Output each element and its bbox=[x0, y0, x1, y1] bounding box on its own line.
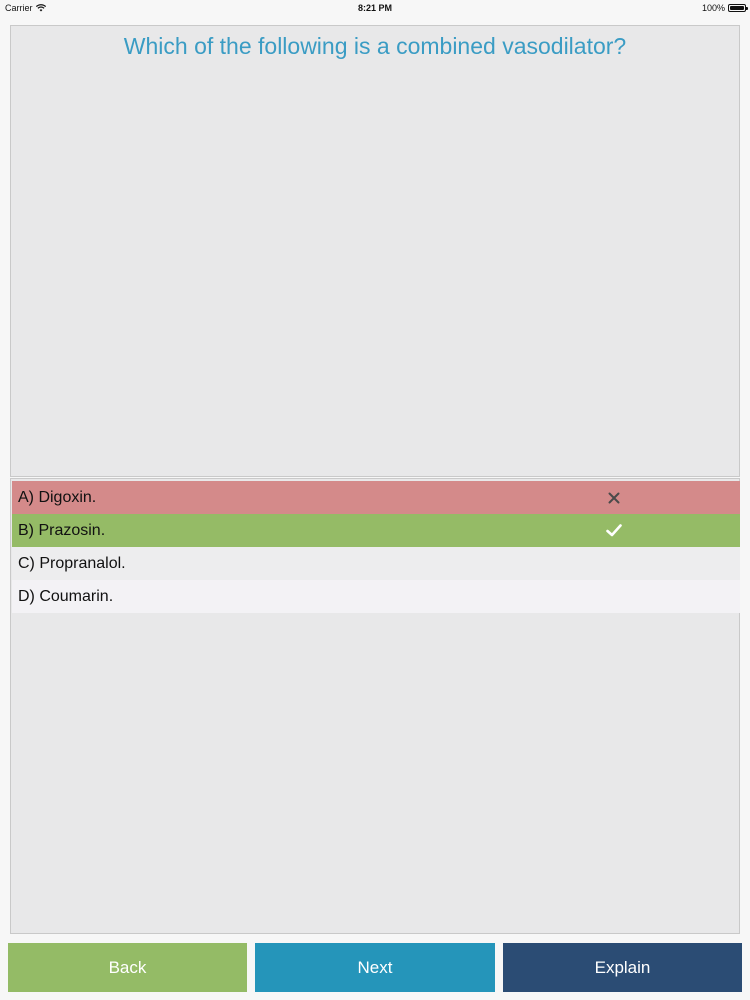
question-text: Which of the following is a combined vas… bbox=[123, 33, 627, 59]
back-button[interactable]: Back bbox=[8, 943, 247, 992]
back-button-label: Back bbox=[108, 957, 147, 977]
answer-label: D) Coumarin. bbox=[18, 587, 114, 605]
explain-button-label: Explain bbox=[594, 957, 651, 977]
status-bar: Carrier 8:21 PM 100% bbox=[0, 0, 750, 16]
answer-option-d[interactable]: D) Coumarin. bbox=[12, 580, 740, 613]
close-icon bbox=[604, 481, 624, 514]
answers-panel: A) Digoxin. B) Prazosin. C) Propranalol.… bbox=[10, 478, 740, 934]
question-panel: Which of the following is a combined vas… bbox=[10, 25, 740, 477]
check-icon bbox=[604, 514, 624, 547]
next-button-label: Next bbox=[357, 957, 393, 977]
battery-icon bbox=[728, 4, 748, 12]
status-time: 8:21 PM bbox=[357, 3, 392, 13]
battery-indicator: 100% bbox=[701, 3, 748, 13]
answer-label: B) Prazosin. bbox=[18, 521, 106, 539]
answer-option-b[interactable]: B) Prazosin. bbox=[12, 514, 740, 547]
answer-label: A) Digoxin. bbox=[18, 488, 97, 506]
answer-option-c[interactable]: C) Propranalol. bbox=[12, 547, 740, 580]
answer-label: C) Propranalol. bbox=[18, 554, 126, 572]
next-button[interactable]: Next bbox=[255, 943, 495, 992]
explain-button[interactable]: Explain bbox=[503, 943, 742, 992]
answer-option-a[interactable]: A) Digoxin. bbox=[12, 481, 740, 514]
battery-percent: 100% bbox=[701, 3, 725, 13]
